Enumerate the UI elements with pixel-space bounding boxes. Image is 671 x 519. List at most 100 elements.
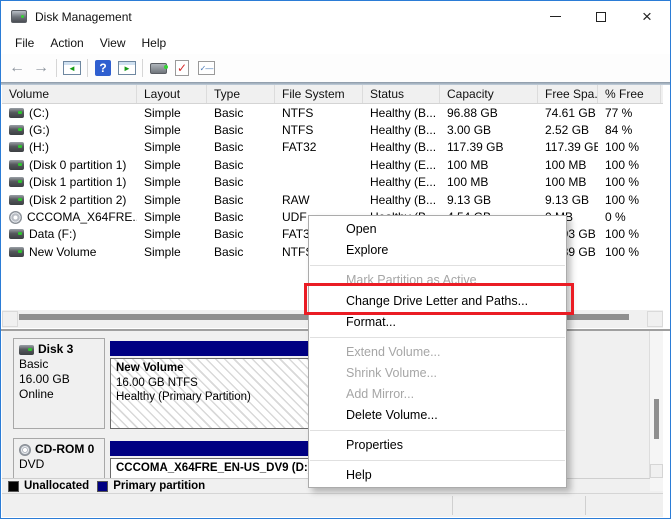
legend-primary-partition: Primary partition	[97, 480, 205, 492]
cell-pct: 100 %	[605, 192, 640, 207]
cell-free: 117.39 GB	[545, 140, 598, 155]
menu-separator	[310, 337, 565, 338]
cell-volume: New Volume	[2, 245, 137, 259]
cell-fs: NTFS	[282, 123, 314, 138]
cell-type: Basic	[214, 210, 244, 225]
action-pane-button[interactable]	[115, 57, 139, 79]
toolbar-separator	[56, 59, 57, 77]
table-row[interactable]: (H:) Simple Basic FAT32 Healthy (B... 117.39 …	[2, 139, 663, 156]
column-header-status[interactable]: Status	[363, 85, 440, 103]
cell-fs: RAW	[282, 192, 310, 207]
cell-layout: Simple	[144, 123, 181, 138]
cell-layout: Simple	[144, 157, 181, 172]
column-header-volume[interactable]: Volume	[2, 85, 137, 103]
disk-icon	[19, 344, 34, 355]
unallocated-swatch	[8, 480, 19, 492]
cell-free: 100 MB	[545, 157, 587, 172]
console-tree-icon	[63, 61, 81, 75]
cell-pct: 84 %	[605, 123, 633, 138]
console-tree-button[interactable]	[60, 57, 84, 79]
disk-name: Disk 3	[38, 342, 74, 356]
cell-volume: Data (F:)	[2, 227, 137, 241]
validate-button[interactable]	[170, 57, 194, 79]
column-header-type[interactable]: Type	[207, 85, 275, 103]
cell-type: Basic	[214, 175, 244, 190]
checklist-icon	[197, 61, 215, 75]
column-header-free-spa-[interactable]: Free Spa...	[538, 85, 598, 103]
minimize-icon	[549, 16, 561, 17]
cell-capacity: 3.00 GB	[447, 123, 492, 138]
device-icon	[149, 62, 167, 74]
menu-bar: File Action View Help	[1, 32, 670, 54]
column-header-capacity[interactable]: Capacity	[440, 85, 538, 103]
cell-type: Basic	[214, 227, 244, 242]
scroll-left-button[interactable]	[2, 311, 18, 327]
maximize-button[interactable]	[578, 1, 624, 32]
cell-type: Basic	[214, 157, 244, 172]
context-menu-item-shrink-volume: Shrink Volume...	[346, 366, 438, 380]
close-icon: ×	[642, 7, 652, 26]
context-menu-item-help[interactable]: Help	[309, 465, 566, 486]
drive-icon	[9, 177, 24, 188]
column-header-file-system[interactable]: File System	[275, 85, 363, 103]
menu-help[interactable]: Help	[134, 33, 175, 53]
table-row[interactable]: (Disk 2 partition 2) Simple Basic RAW Health…	[2, 191, 663, 208]
menu-file[interactable]: File	[7, 33, 42, 53]
column-header-layout[interactable]: Layout	[137, 85, 207, 103]
close-button[interactable]: ×	[624, 1, 670, 32]
help-button[interactable]	[91, 57, 115, 79]
cell-pct: 100 %	[605, 175, 640, 190]
menu-view[interactable]: View	[92, 33, 134, 53]
cell-pct: 100 %	[605, 157, 640, 172]
device-button[interactable]	[146, 57, 170, 79]
cell-status: Healthy (B...	[370, 105, 437, 120]
scroll-right-button[interactable]	[647, 311, 663, 327]
cell-pct: 77 %	[605, 105, 633, 120]
context-menu-item-delete-volume[interactable]: Delete Volume...	[309, 405, 566, 426]
drive-icon	[9, 125, 24, 136]
disk-type: DVD	[19, 457, 45, 471]
legend-label: Primary partition	[113, 480, 206, 492]
checklist-button[interactable]	[194, 57, 218, 79]
menu-action[interactable]: Action	[42, 33, 91, 53]
cell-volume: (Disk 0 partition 1)	[2, 158, 137, 172]
context-menu-item-explore[interactable]: Explore	[309, 240, 566, 261]
status-bar-divider	[452, 496, 453, 515]
vertical-scrollbar-thumb[interactable]	[654, 399, 659, 439]
cell-status: Healthy (B...	[370, 192, 437, 207]
cell-volume: (C:)	[2, 106, 137, 120]
disk3-header[interactable]: Disk 3 Basic 16.00 GB Online	[13, 338, 105, 429]
cell-type: Basic	[214, 140, 244, 155]
disk-type: Basic	[19, 357, 49, 371]
cell-type: Basic	[214, 244, 244, 259]
window-controls: ×	[532, 1, 670, 32]
back-button[interactable]	[5, 57, 29, 79]
disk-management-window: Disk Management × FileActionViewHelp Vol…	[0, 0, 671, 519]
scroll-down-button[interactable]	[650, 464, 663, 478]
action-pane-icon	[118, 61, 136, 75]
cell-capacity: 100 MB	[447, 157, 489, 172]
cell-volume: CCCOMA_X64FRE...	[2, 210, 137, 224]
table-row[interactable]: (G:) Simple Basic NTFS Healthy (B... 3.00 GB 2…	[2, 121, 663, 138]
table-row[interactable]: (Disk 0 partition 1) Simple Basic Healthy (…	[2, 156, 663, 173]
cell-layout: Simple	[144, 227, 181, 242]
table-row[interactable]: (Disk 1 partition 1) Simple Basic Healthy (…	[2, 174, 663, 191]
cell-free: 74.61 GB	[545, 105, 596, 120]
column-header--free[interactable]: % Free	[598, 85, 661, 103]
cell-status: Healthy (E...	[370, 175, 437, 190]
table-row[interactable]: (C:) Simple Basic NTFS Healthy (B... 96.88 GB…	[2, 104, 663, 121]
vertical-scrollbar[interactable]	[649, 331, 663, 491]
drive-icon	[9, 229, 24, 240]
context-menu-item-properties[interactable]: Properties	[309, 435, 566, 456]
cell-pct: 100 %	[605, 244, 640, 259]
legend-label: Unallocated	[24, 480, 90, 492]
context-menu-item-open[interactable]: Open	[309, 219, 566, 240]
minimize-button[interactable]	[532, 1, 578, 32]
context-menu-item-format[interactable]: Format...	[309, 312, 566, 333]
cell-volume: (Disk 1 partition 1)	[2, 175, 137, 189]
forward-button[interactable]	[29, 57, 53, 79]
menu-separator	[310, 430, 565, 431]
cell-layout: Simple	[144, 210, 181, 225]
primary-partition-swatch	[97, 480, 109, 492]
cell-volume: (Disk 2 partition 2)	[2, 193, 137, 207]
